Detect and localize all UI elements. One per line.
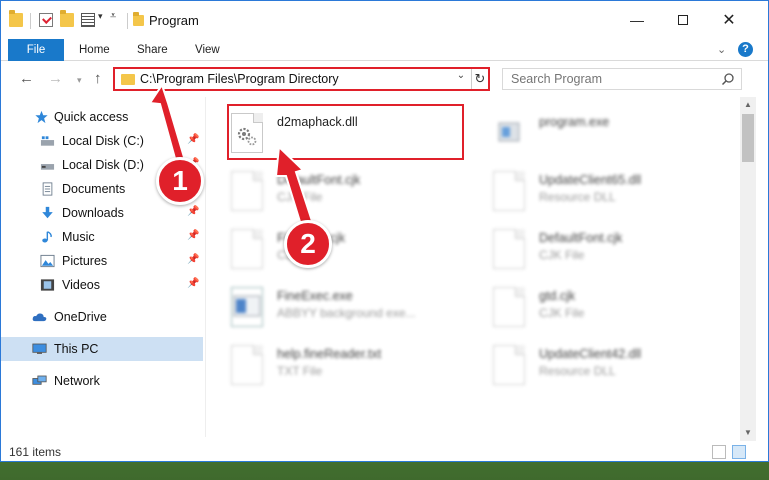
callout-1: 1: [156, 157, 204, 205]
callout-2: 2: [284, 220, 332, 268]
arrow-1-icon: [148, 82, 188, 165]
annotation-arrows: [148, 82, 314, 227]
arrow-2-icon: [274, 144, 314, 227]
